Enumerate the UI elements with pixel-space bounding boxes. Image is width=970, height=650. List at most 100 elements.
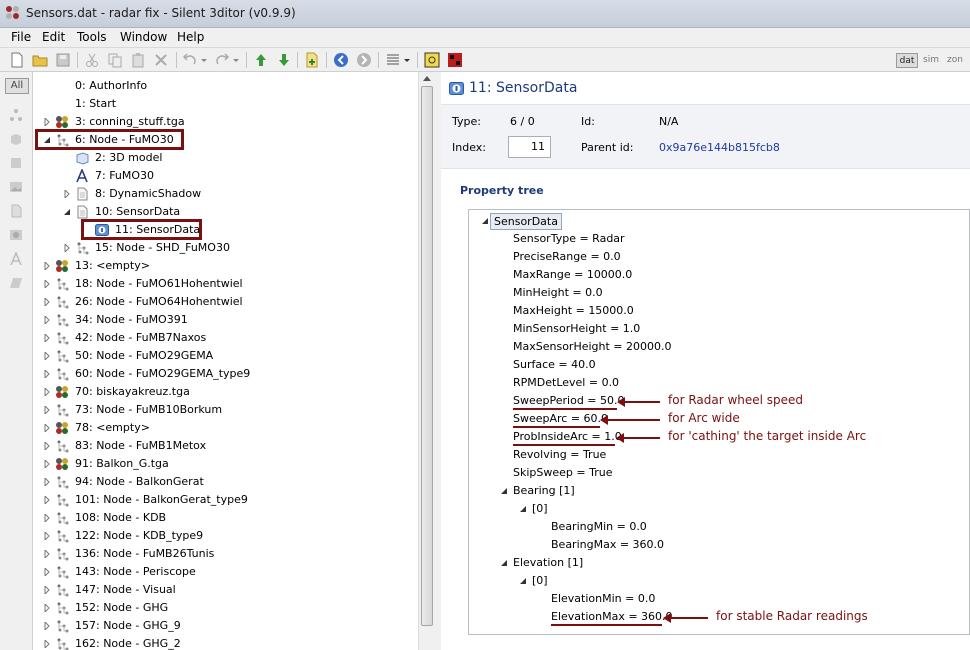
filter-shadow-icon[interactable] [9,276,23,290]
tree-item[interactable]: 101: Node - BalkonGerat_type9 [33,491,418,509]
tree-item[interactable]: 7: FuMO30 [33,167,418,185]
filter-sensor-icon[interactable] [9,228,23,242]
redo-icon[interactable] [214,52,230,68]
menu-edit[interactable]: Edit [41,30,66,44]
tree-expand-icon[interactable] [43,118,51,126]
tree-expand-icon[interactable] [43,352,51,360]
back-icon[interactable] [333,52,349,68]
tree-item[interactable]: 18: Node - FuMO61Hohentwiel [33,275,418,293]
property-item[interactable]: Elevation [1] [513,556,583,574]
property-collapse-icon[interactable] [500,559,508,567]
delete-icon[interactable] [153,52,169,68]
index-field[interactable]: 11 [508,136,551,158]
filter-node-icon[interactable] [9,108,23,122]
tree-item[interactable]: 143: Node - Periscope [33,563,418,581]
paste-icon[interactable] [130,52,146,68]
tree-expand-icon[interactable] [63,244,71,252]
plugin-icon[interactable] [424,52,440,68]
tree-item[interactable]: 73: Node - FuMB10Borkum [33,401,418,419]
property-item[interactable]: BearingMax = 360.0 [551,538,664,556]
tree-item[interactable]: 162: Node - GHG_2 [33,635,418,650]
scroll-up-icon[interactable] [423,76,431,81]
tree-expand-icon[interactable] [43,334,51,342]
tree-expand-icon[interactable] [43,586,51,594]
undo-dropdown-icon[interactable] [200,52,208,68]
tree-expand-icon[interactable] [43,496,51,504]
tree-item[interactable]: 122: Node - KDB_type9 [33,527,418,545]
move-down-icon[interactable] [276,52,292,68]
filter-label-icon[interactable] [9,252,23,266]
view-list-icon[interactable] [385,52,401,68]
new-file-icon[interactable] [9,52,25,68]
property-item[interactable]: SensorType = Radar [513,232,625,250]
tree-item[interactable]: 91: Balkon_G.tga [33,455,418,473]
mode-zon-button[interactable]: zon [944,53,966,68]
property-item[interactable]: MinSensorHeight = 1.0 [513,322,640,340]
mode-sim-button[interactable]: sim [920,53,942,68]
tree-item[interactable]: 136: Node - FuMB26Tunis [33,545,418,563]
tree-expand-icon[interactable] [43,640,51,648]
tree-expand-icon[interactable] [43,460,51,468]
tree-item[interactable]: 70: biskayakreuz.tga [33,383,418,401]
property-item[interactable]: MaxHeight = 15000.0 [513,304,634,322]
tree-expand-icon[interactable] [43,316,51,324]
tree-item[interactable]: 8: DynamicShadow [33,185,418,203]
tree-expand-icon[interactable] [43,604,51,612]
add-item-icon[interactable] [304,52,320,68]
tree-item[interactable]: 78: <empty> [33,419,418,437]
menu-window[interactable]: Window [119,30,168,44]
tree-item[interactable]: 50: Node - FuMO29GEMA [33,347,418,365]
property-item[interactable]: MinHeight = 0.0 [513,286,603,304]
copy-icon[interactable] [107,52,123,68]
tree-expand-icon[interactable] [43,406,51,414]
scroll-thumb[interactable] [421,86,433,626]
property-collapse-icon[interactable] [500,487,508,495]
tree-expand-icon[interactable] [43,550,51,558]
tree-item[interactable]: 108: Node - KDB [33,509,418,527]
property-item[interactable]: [0] [532,574,548,592]
tree-expand-icon[interactable] [43,442,51,450]
move-up-icon[interactable] [253,52,269,68]
menu-tools[interactable]: Tools [76,30,108,44]
tree-item[interactable]: 26: Node - FuMO64Hohentwiel [33,293,418,311]
tree-item[interactable]: 42: Node - FuMB7Naxos [33,329,418,347]
property-item[interactable]: Bearing [1] [513,484,575,502]
property-item[interactable]: BearingMin = 0.0 [551,520,647,538]
property-item[interactable]: [0] [532,502,548,520]
property-collapse-icon[interactable] [519,577,527,585]
tree-expand-icon[interactable] [43,424,51,432]
redo-dropdown-icon[interactable] [232,52,240,68]
filter-document-icon[interactable] [9,204,23,218]
tree-item[interactable]: 15: Node - SHD_FuMO30 [33,239,418,257]
tree-item[interactable]: 60: Node - FuMO29GEMA_type9 [33,365,418,383]
tree-expand-icon[interactable] [63,190,71,198]
property-root-sensordata[interactable]: SensorData [490,213,562,230]
filter-model-icon[interactable] [9,132,23,146]
property-item[interactable]: Revolving = True [513,448,606,466]
property-item[interactable]: MaxSensorHeight = 20000.0 [513,340,672,358]
tree-item[interactable]: 13: <empty> [33,257,418,275]
filter-material-icon[interactable] [9,156,23,170]
tree-item[interactable]: 147: Node - Visual [33,581,418,599]
mode-dat-button[interactable]: dat [896,53,918,68]
cut-icon[interactable] [84,52,100,68]
tree-expand-icon[interactable] [43,532,51,540]
tree-item[interactable]: 34: Node - FuMO391 [33,311,418,329]
property-item[interactable]: PreciseRange = 0.0 [513,250,621,268]
texture-tool-icon[interactable] [447,52,463,68]
tree-item[interactable]: 2: 3D model [33,149,418,167]
parent-id-value[interactable]: 0x9a76e144b815fcb8 [659,141,780,154]
tree-expand-icon[interactable] [43,478,51,486]
tree-item[interactable]: 94: Node - BalkonGerat [33,473,418,491]
tree-expand-icon[interactable] [43,514,51,522]
tree-expand-icon[interactable] [43,280,51,288]
open-folder-icon[interactable] [32,52,48,68]
filter-all-button[interactable]: All [5,78,29,94]
menu-file[interactable]: File [10,30,32,44]
property-item[interactable]: SkipSweep = True [513,466,612,484]
tree-item[interactable]: 83: Node - FuMB1Metox [33,437,418,455]
tree-expand-icon[interactable] [43,568,51,576]
property-item[interactable]: ElevationMin = 0.0 [551,592,655,610]
tree-expand-icon[interactable] [43,262,51,270]
property-collapse-icon[interactable] [519,505,527,513]
